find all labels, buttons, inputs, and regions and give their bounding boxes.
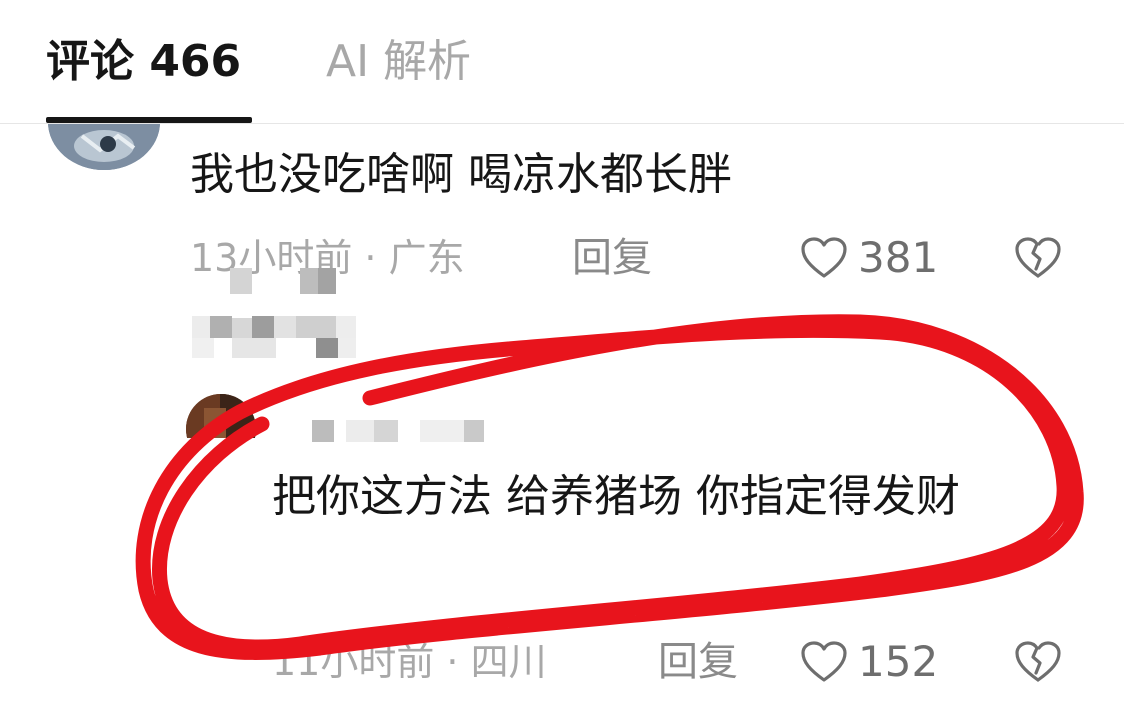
avatar-image: [186, 394, 256, 438]
like-button[interactable]: 381: [800, 232, 938, 284]
reply-button[interactable]: 回复: [572, 232, 652, 284]
broken-heart-icon: [1015, 641, 1061, 682]
reply-button[interactable]: 回复: [658, 636, 738, 688]
heart-outline-icon: [801, 641, 847, 682]
like-button[interactable]: 152: [800, 636, 938, 688]
like-count: 152: [858, 637, 939, 686]
comment-tabs: 评论 466 AI 解析: [0, 0, 1124, 124]
active-tab-indicator: [46, 117, 252, 123]
comment-text: 把你这方法 给养猪场 你指定得发财: [272, 471, 960, 522]
like-count: 381: [858, 233, 939, 282]
tab-comments[interactable]: 评论 466: [46, 30, 241, 94]
dislike-button[interactable]: [1012, 636, 1064, 688]
comment-time-location: 11小时前 · 四川: [272, 640, 547, 684]
tab-ai-analysis[interactable]: AI 解析: [326, 30, 471, 94]
avatar[interactable]: [186, 394, 256, 438]
broken-heart-icon: [1015, 237, 1061, 278]
comment-text: 我也没吃啥啊 喝凉水都长胖: [190, 149, 732, 200]
dislike-button[interactable]: [1012, 232, 1064, 284]
heart-outline-icon: [801, 237, 847, 278]
